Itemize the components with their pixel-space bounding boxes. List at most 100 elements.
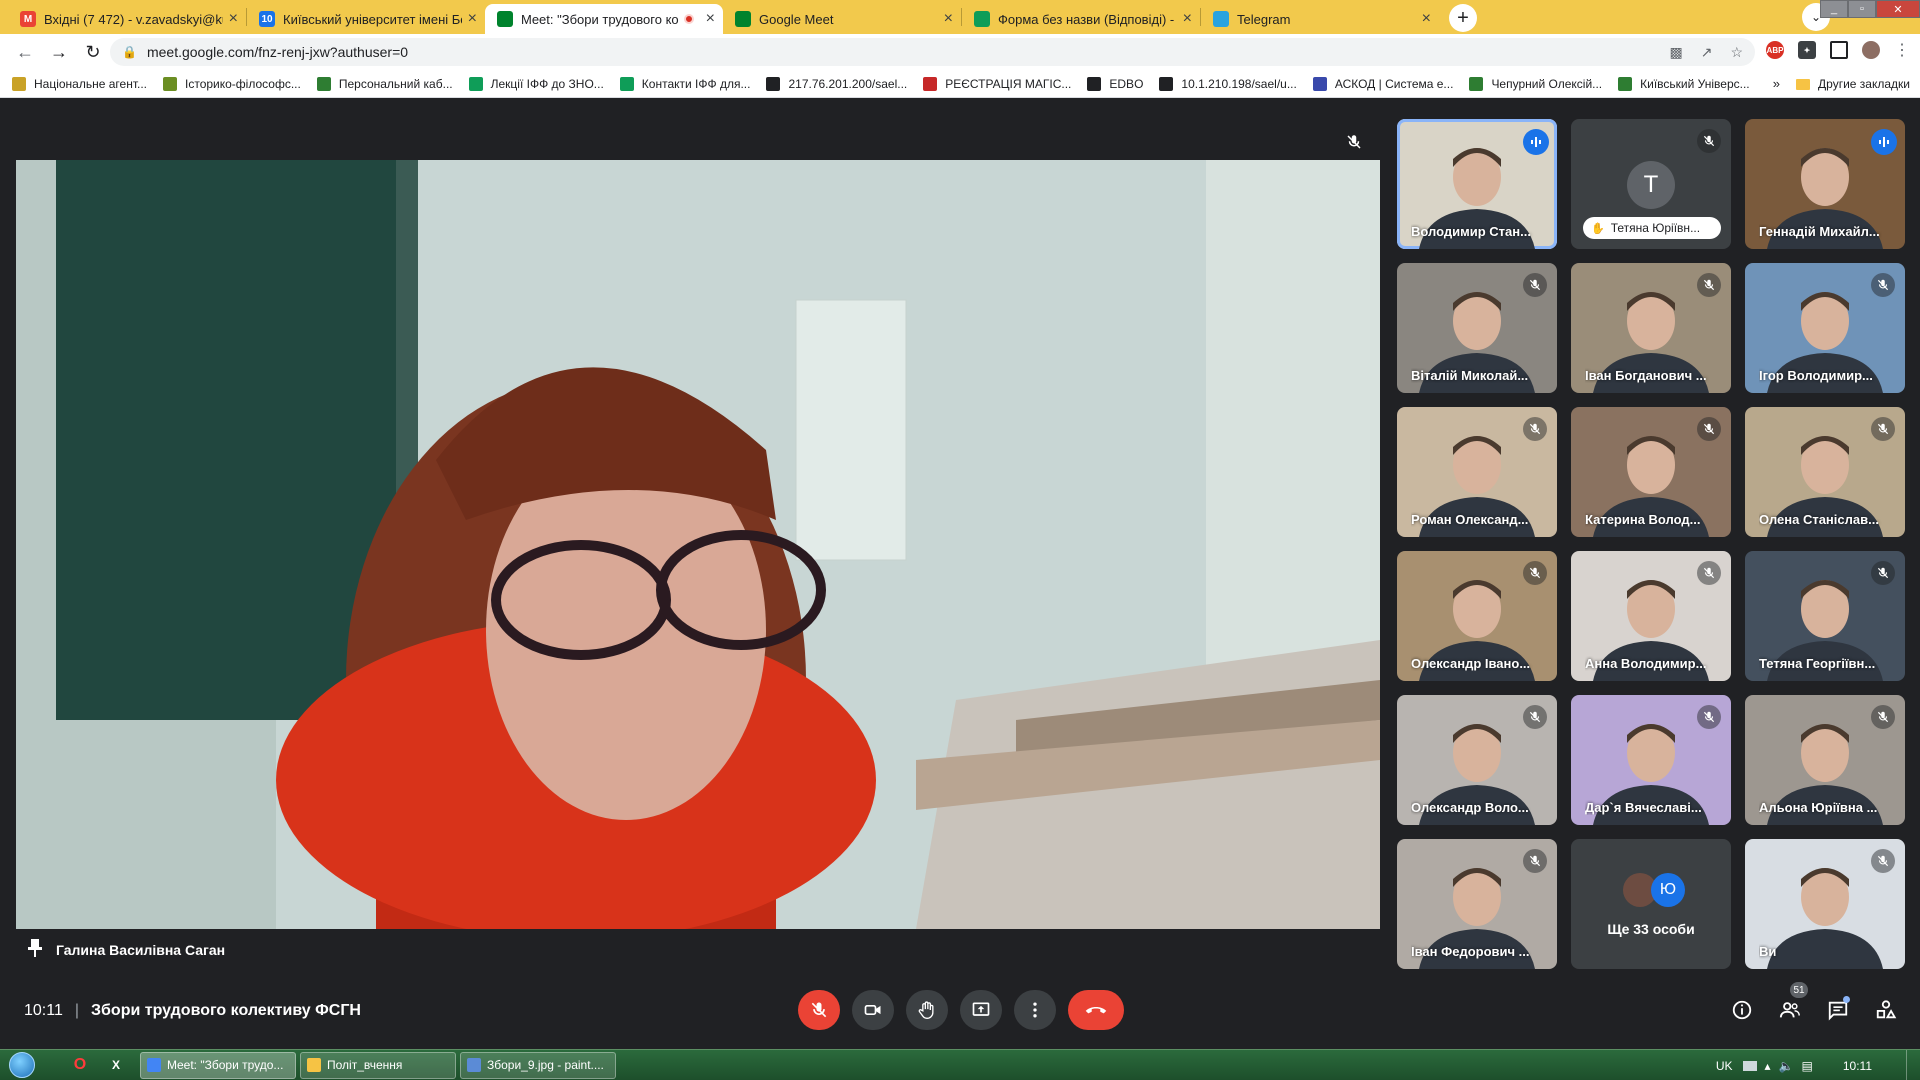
browser-tab[interactable]: Telegram × (1201, 4, 1439, 34)
participant-tile[interactable]: Олена Станіслав... (1745, 407, 1905, 537)
other-bookmarks[interactable]: Другие закладки (1796, 70, 1910, 98)
bookmark-favicon-icon (1618, 76, 1633, 91)
side-panel-icon[interactable] (1830, 41, 1848, 59)
tab-close-icon[interactable]: × (944, 10, 953, 28)
microphone-toggle-button[interactable] (798, 990, 840, 1030)
participant-tile[interactable]: Віталій Миколай... (1397, 263, 1557, 393)
tab-close-icon[interactable]: × (706, 10, 715, 28)
bookmark-item[interactable]: Київський Універс... (1618, 76, 1750, 91)
volume-icon[interactable]: 🔈 (1779, 1059, 1794, 1073)
tab-close-icon[interactable]: × (1183, 10, 1192, 28)
app-icon (467, 1058, 481, 1072)
people-button[interactable]: 51 (1770, 982, 1810, 1030)
participant-name: Катерина Волод... (1585, 512, 1701, 527)
participant-tile[interactable]: Олександр Івано... (1397, 551, 1557, 681)
excel-icon[interactable]: X (102, 1051, 130, 1079)
minimize-button[interactable]: _ (1820, 0, 1848, 18)
camera-toggle-button[interactable] (852, 990, 894, 1030)
participant-tile[interactable]: Альона Юріївна ... (1745, 695, 1905, 825)
participant-tile[interactable]: Роман Олександ... (1397, 407, 1557, 537)
bookmark-item[interactable]: РЕЄСТРАЦІЯ МАГІС... (923, 76, 1071, 91)
opera-icon[interactable]: O (66, 1051, 94, 1079)
chat-notification-dot (1843, 996, 1850, 1003)
activities-icon (1876, 1000, 1897, 1019)
network-icon[interactable]: ▤ (1802, 1059, 1813, 1073)
more-participants-tile[interactable]: Ю Ще 33 особи (1571, 839, 1731, 969)
adblock-icon[interactable]: ABP (1766, 41, 1784, 59)
participant-name: Іван Богданович ... (1585, 368, 1707, 383)
meeting-details-button[interactable] (1722, 990, 1762, 1030)
participant-tile[interactable]: Іван Богданович ... (1571, 263, 1731, 393)
new-tab-button[interactable]: + (1449, 4, 1477, 32)
bookmark-item[interactable]: Історико-філософс... (163, 76, 301, 91)
keyboard-icon[interactable] (1742, 1060, 1757, 1071)
share-icon[interactable]: ↗ (1701, 44, 1713, 61)
bookmark-item[interactable]: Національне агент... (12, 76, 147, 91)
browser-tab[interactable]: Форма без назви (Відповіді) - G × (962, 4, 1200, 34)
participant-tile[interactable]: Тетяна Георгіївн... (1745, 551, 1905, 681)
participant-tile[interactable]: Геннадій Михайл... (1745, 119, 1905, 249)
present-screen-button[interactable] (960, 990, 1002, 1030)
browser-tab[interactable]: 10 Київський університет імені Бор × (247, 4, 485, 34)
language-indicator[interactable]: UK (1716, 1059, 1733, 1073)
bookmark-item[interactable]: Персональний каб... (316, 76, 453, 91)
info-separator: | (74, 1002, 80, 1019)
close-window-button[interactable]: ✕ (1876, 0, 1920, 18)
taskbar-window-label: Meet: "Збори трудо... (167, 1058, 284, 1072)
reload-icon[interactable]: ↻ (78, 37, 108, 67)
bookmark-item[interactable]: 10.1.210.198/sael/u... (1159, 76, 1297, 91)
tab-close-icon[interactable]: × (468, 10, 477, 28)
tab-close-icon[interactable]: × (229, 10, 238, 28)
taskbar-clock[interactable]: 10:11 (1843, 1059, 1872, 1073)
profile-avatar[interactable] (1862, 41, 1880, 59)
show-desktop-button[interactable] (1906, 1050, 1920, 1080)
start-button[interactable] (0, 1050, 44, 1080)
participant-tile[interactable]: Анна Володимир... (1571, 551, 1731, 681)
browser-tab[interactable]: Meet: "Збори трудового ко × (485, 4, 723, 34)
participant-tile[interactable]: Володимир Стан... (1397, 119, 1557, 249)
tray-expand-icon[interactable]: ▴ (1765, 1059, 1771, 1073)
tab-close-icon[interactable]: × (1422, 10, 1431, 28)
forward-icon[interactable]: → (44, 37, 74, 67)
tab-title: Telegram (1237, 11, 1291, 27)
maximize-button[interactable]: ▫ (1848, 0, 1876, 18)
tab-favicon-icon (974, 11, 990, 27)
bookmark-item[interactable]: Лекції ІФФ до ЗНО... (468, 76, 604, 91)
taskbar-window-button[interactable]: Збори_9.jpg - paint.... (460, 1051, 616, 1079)
activities-button[interactable] (1866, 990, 1906, 1030)
participant-tile[interactable]: Ви (1745, 839, 1905, 969)
bookmark-star-icon[interactable]: ☆ (1730, 44, 1743, 61)
bookmarks-overflow-icon[interactable]: » (1773, 76, 1780, 91)
tab-strip: M Вхідні (7 472) - v.zavadskyi@kub × 10 Київ… (0, 0, 1920, 34)
participant-tile[interactable]: Ігор Володимир... (1745, 263, 1905, 393)
meeting-title[interactable]: Збори трудового колективу ФСГН (91, 1002, 361, 1020)
participant-tile[interactable]: T ✋ Тетяна Юріївн... (1571, 119, 1731, 249)
participant-tile[interactable]: Катерина Волод... (1571, 407, 1731, 537)
chat-button[interactable] (1818, 990, 1858, 1030)
participant-name: Анна Володимир... (1585, 656, 1707, 671)
bookmark-item[interactable]: Чепурний Олексій... (1469, 76, 1602, 91)
participant-name: Тетяна Юріївн... (1610, 221, 1701, 235)
speaker-video[interactable] (16, 160, 1380, 929)
back-icon[interactable]: ← (10, 37, 40, 67)
bookmark-favicon-icon (1159, 76, 1174, 91)
browser-tab[interactable]: Google Meet × (723, 4, 961, 34)
bookmark-item[interactable]: 217.76.201.200/sael... (766, 76, 907, 91)
participant-tile[interactable]: Іван Федорович ... (1397, 839, 1557, 969)
participant-tile[interactable]: Дар`я Вячеславі... (1571, 695, 1731, 825)
leave-call-button[interactable] (1068, 990, 1124, 1030)
bookmark-item[interactable]: EDBO (1087, 76, 1143, 91)
more-options-button[interactable] (1014, 990, 1056, 1030)
participant-tile[interactable]: Олександр Воло... (1397, 695, 1557, 825)
camera-icon[interactable]: ▩ (1669, 44, 1682, 61)
taskbar-window-button[interactable]: Meet: "Збори трудо... (140, 1051, 296, 1079)
browser-tab[interactable]: M Вхідні (7 472) - v.zavadskyi@kub × (8, 4, 246, 34)
taskbar-window-button[interactable]: Політ_вчення (300, 1051, 456, 1079)
pin-icon[interactable] (28, 939, 42, 960)
bookmark-item[interactable]: АСКОД | Система е... (1312, 76, 1453, 91)
raise-hand-button[interactable] (906, 990, 948, 1030)
extensions-icon[interactable]: ✦ (1798, 41, 1816, 59)
address-bar[interactable]: 🔒 meet.google.com/fnz-renj-jxw?authuser=… (110, 38, 1755, 66)
bookmark-item[interactable]: Контакти ІФФ для... (619, 76, 750, 91)
menu-icon[interactable]: ⋮ (1894, 40, 1910, 60)
